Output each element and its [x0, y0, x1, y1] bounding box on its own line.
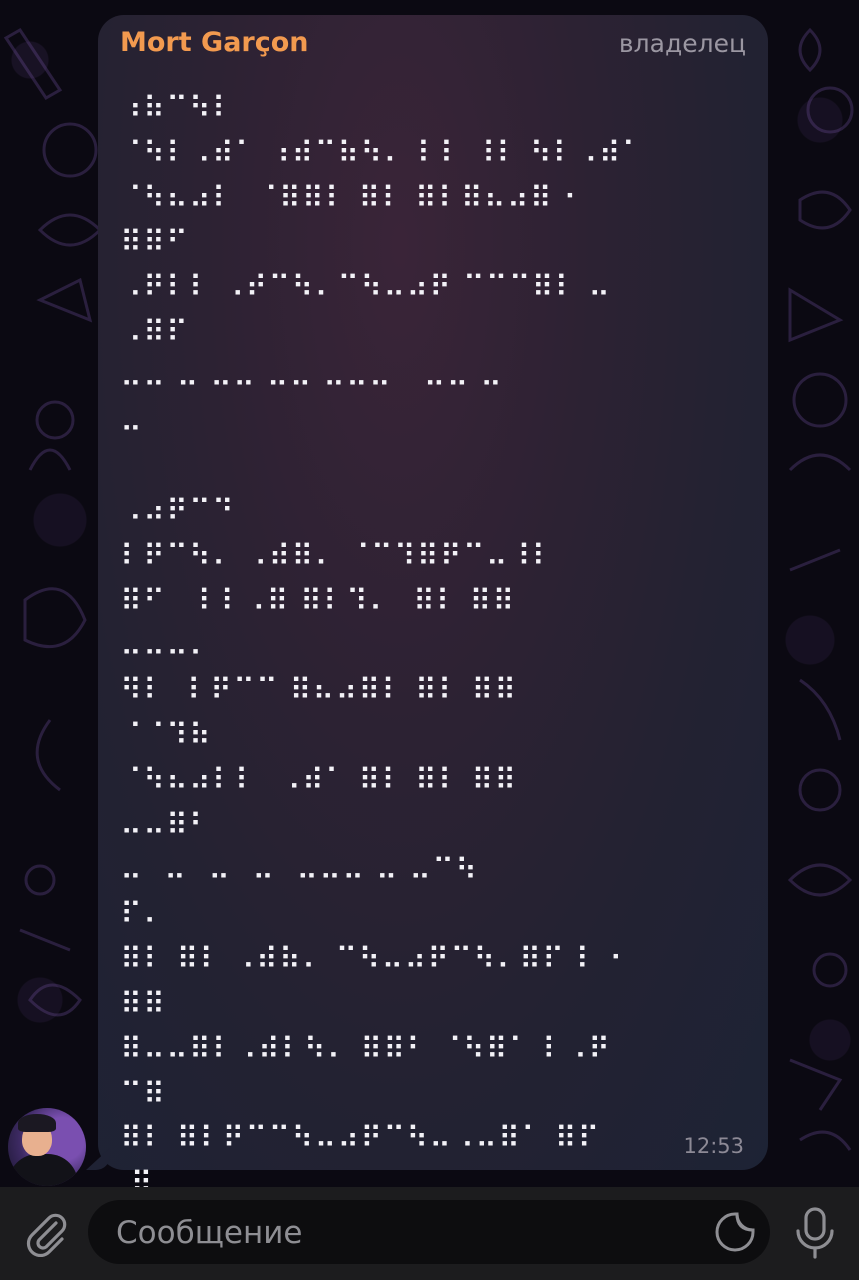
- message-input[interactable]: [114, 1200, 698, 1266]
- microphone-icon[interactable]: [790, 1205, 840, 1261]
- message-timestamp: 12:53: [683, 1134, 744, 1158]
- sender-avatar[interactable]: [8, 1108, 86, 1186]
- sticker-icon[interactable]: [714, 1211, 756, 1253]
- sender-name[interactable]: Mort Garçon: [120, 27, 309, 58]
- sender-role-badge: владелец: [618, 29, 746, 58]
- message-text: ⠰⠷⠉⠳⠇ ⠈⠳⠇⠠⠾⠁ ⠰⠾⠉⠷⠳⠄ ⠇⠇ ⠸⠇ ⠳⠇⠠⠾⠁ ⠈⠳⠦⠴⠇ ⠈⠿…: [120, 91, 645, 1202]
- message-input-field[interactable]: [88, 1200, 770, 1266]
- message-bubble[interactable]: Mort Garçon владелец ⠰⠷⠉⠳⠇ ⠈⠳⠇⠠⠾⠁ ⠰⠾⠉⠷⠳⠄…: [98, 15, 768, 1201]
- message-input-bar: [0, 1187, 859, 1280]
- avatar-suit: [8, 1154, 78, 1186]
- avatar-hair: [18, 1114, 56, 1132]
- paperclip-icon[interactable]: [22, 1209, 70, 1258]
